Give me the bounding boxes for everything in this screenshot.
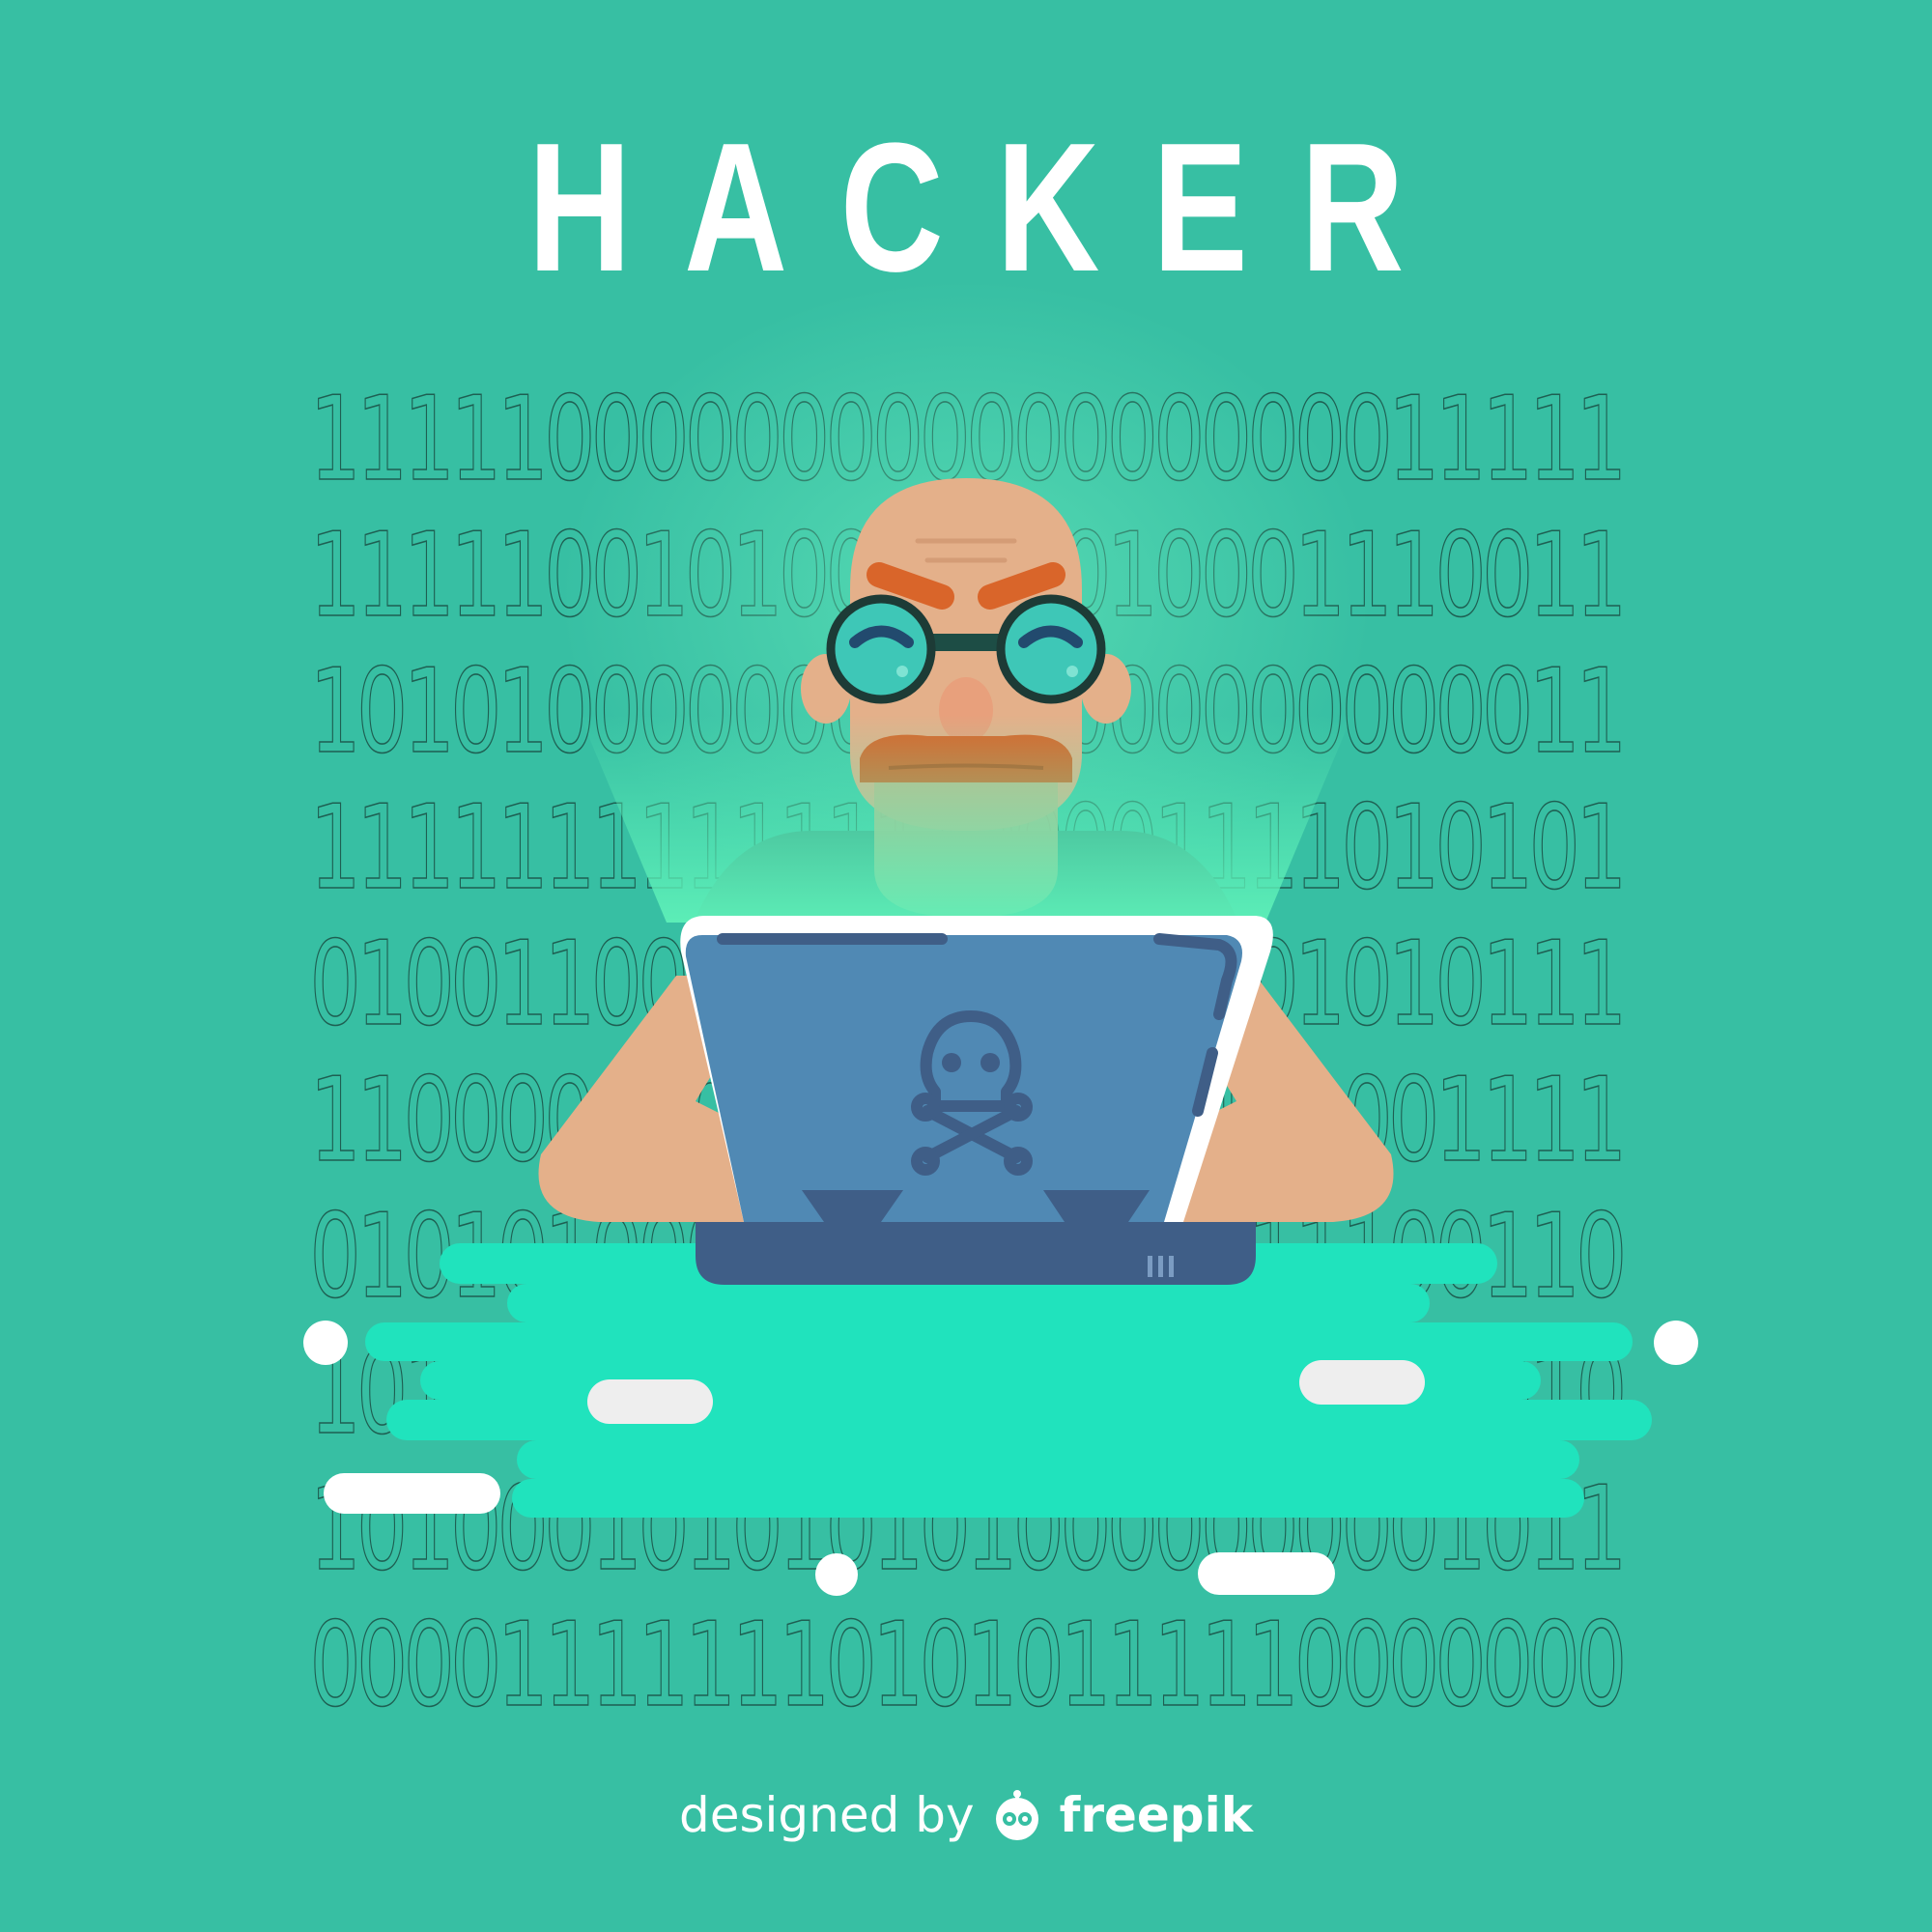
glasses-bridge (927, 634, 1005, 651)
credit-text: designed by (678, 1787, 975, 1843)
designer-credit: designed by freepik (0, 1787, 1932, 1843)
credit-brand: freepik (1059, 1787, 1253, 1843)
freepik-logo-icon (995, 1790, 1038, 1840)
left-lens (826, 594, 936, 704)
screen-light-beam (580, 715, 1352, 923)
laptop (680, 916, 1273, 1285)
illustration-canvas: HACKER 1111100000000000000000011111 1111… (0, 0, 1932, 1932)
right-lens (996, 594, 1106, 704)
hacker-illustration (303, 280, 1698, 1596)
laptop-lid (685, 935, 1242, 1222)
